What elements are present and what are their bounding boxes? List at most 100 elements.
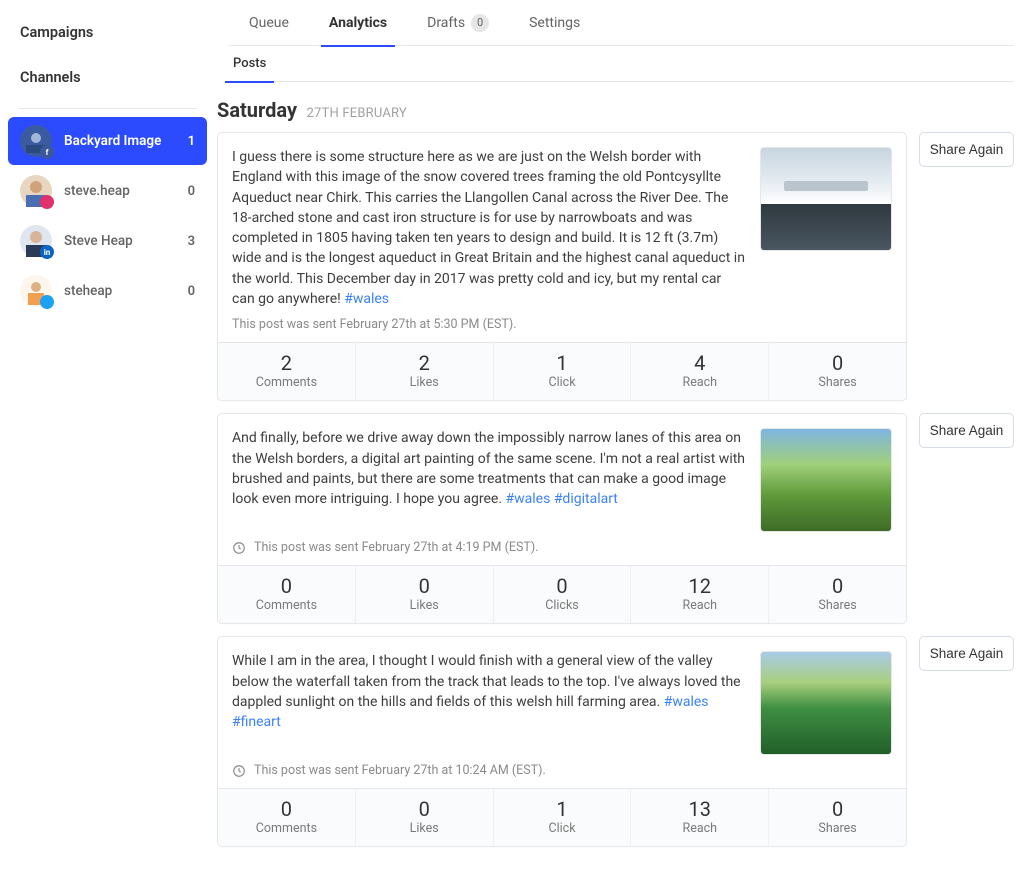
twitter-icon — [40, 295, 54, 309]
stats-bar: 2Comments2Likes1Click4Reach0Shares — [218, 342, 906, 400]
main-area: QueueAnalyticsDrafts0Settings Posts Satu… — [215, 0, 1024, 883]
tab-drafts[interactable]: Drafts 0 — [423, 0, 493, 46]
stat-value: 0 — [356, 574, 493, 598]
clock-icon — [232, 541, 246, 555]
top-tabs: Queue Analytics Drafts 0 Settings — [229, 0, 1014, 46]
sent-text: This post was sent February 27th at 4:19… — [254, 540, 539, 555]
sidebar-item-linkedin[interactable]: in Steve Heap3 — [8, 217, 207, 265]
stat-reach: 4Reach — [631, 343, 769, 400]
stat-value: 0 — [218, 797, 355, 821]
post-row: And finally, before we drive away down t… — [217, 413, 1014, 624]
post-thumbnail[interactable] — [760, 428, 892, 532]
linkedin-icon: in — [40, 245, 54, 259]
sent-line: This post was sent February 27th at 4:19… — [218, 532, 906, 565]
stat-value: 0 — [769, 797, 906, 821]
channel-name: Steve Heap — [64, 233, 188, 249]
stat-clicks: 0Clicks — [494, 566, 632, 623]
stat-click: 1Click — [494, 343, 632, 400]
tab-settings[interactable]: Settings — [525, 0, 584, 46]
stat-label: Comments — [218, 598, 355, 613]
stat-label: Reach — [631, 821, 768, 836]
stat-label: Shares — [769, 821, 906, 836]
stat-shares: 0Shares — [769, 789, 906, 846]
tab-badge: 0 — [471, 14, 489, 32]
stat-label: Shares — [769, 598, 906, 613]
sent-line: This post was sent February 27th at 5:30… — [218, 309, 906, 342]
tab-label: Analytics — [329, 0, 387, 46]
stat-value: 0 — [218, 574, 355, 598]
stat-likes: 2Likes — [356, 343, 494, 400]
stat-likes: 0Likes — [356, 566, 494, 623]
facebook-icon: f — [40, 145, 54, 159]
stat-value: 13 — [631, 797, 768, 821]
post-row: While I am in the area, I thought I woul… — [217, 636, 1014, 847]
stat-label: Likes — [356, 598, 493, 613]
sidebar-item-instagram[interactable]: steve.heap0 — [8, 167, 207, 215]
channel-list: fBackyard Image1steve.heap0 in Steve Heap3… — [8, 117, 207, 315]
stat-reach: 12Reach — [631, 566, 769, 623]
share-again-button[interactable]: Share Again — [919, 636, 1014, 671]
stat-comments: 2Comments — [218, 343, 356, 400]
hashtag-link[interactable]: #wales — [506, 491, 551, 507]
divider — [18, 108, 197, 109]
channel-avatar: in — [20, 225, 52, 257]
post-text: While I am in the area, I thought I woul… — [232, 651, 760, 755]
post-card: I guess there is some structure here as … — [217, 132, 907, 401]
tab-analytics[interactable]: Analytics — [325, 0, 391, 46]
stat-reach: 13Reach — [631, 789, 769, 846]
sent-text: This post was sent February 27th at 5:30… — [232, 317, 517, 332]
stat-comments: 0Comments — [218, 789, 356, 846]
hashtag-link[interactable]: #fineart — [232, 714, 281, 730]
tab-queue[interactable]: Queue — [245, 0, 293, 46]
sent-line: This post was sent February 27th at 10:2… — [218, 755, 906, 788]
post-card: While I am in the area, I thought I woul… — [217, 636, 907, 847]
stats-bar: 0Comments0Likes0Clicks12Reach0Shares — [218, 565, 906, 623]
channel-count: 1 — [188, 134, 195, 149]
stat-label: Reach — [631, 375, 768, 390]
stat-click: 1Click — [494, 789, 632, 846]
hashtag-link[interactable]: #wales — [344, 291, 389, 307]
stat-label: Reach — [631, 598, 768, 613]
channel-avatar: f — [20, 125, 52, 157]
sidebar-item-facebook[interactable]: fBackyard Image1 — [8, 117, 207, 165]
stat-value: 0 — [494, 574, 631, 598]
stat-label: Comments — [218, 375, 355, 390]
stat-value: 4 — [631, 351, 768, 375]
post-text: And finally, before we drive away down t… — [232, 428, 760, 532]
channel-avatar — [20, 175, 52, 207]
sidebar-item-twitter[interactable]: steheap0 — [8, 267, 207, 315]
tab-label: Settings — [529, 0, 580, 46]
post-text: I guess there is some structure here as … — [232, 147, 760, 309]
subtab-posts[interactable]: Posts — [229, 46, 270, 82]
stat-shares: 0Shares — [769, 343, 906, 400]
tab-label: Drafts — [427, 0, 465, 46]
stat-value: 12 — [631, 574, 768, 598]
channel-count: 3 — [188, 234, 195, 249]
channel-name: steheap — [64, 283, 188, 299]
stat-value: 1 — [494, 797, 631, 821]
stat-label: Likes — [356, 821, 493, 836]
posts-list: I guess there is some structure here as … — [217, 132, 1014, 847]
post-thumbnail[interactable] — [760, 651, 892, 755]
stat-label: Likes — [356, 375, 493, 390]
stat-likes: 0Likes — [356, 789, 494, 846]
share-again-button[interactable]: Share Again — [919, 132, 1014, 167]
sidebar-section-channels[interactable]: Channels — [8, 55, 207, 100]
share-again-button[interactable]: Share Again — [919, 413, 1014, 448]
tab-label: Queue — [249, 0, 289, 46]
hashtag-link[interactable]: #digitalart — [554, 491, 618, 507]
channel-count: 0 — [188, 284, 195, 299]
stat-label: Shares — [769, 375, 906, 390]
post-body: While I am in the area, I thought I woul… — [218, 637, 906, 755]
stat-shares: 0Shares — [769, 566, 906, 623]
sidebar-section-campaigns[interactable]: Campaigns — [8, 10, 207, 55]
post-card: And finally, before we drive away down t… — [217, 413, 907, 624]
stat-value: 2 — [356, 351, 493, 375]
post-thumbnail[interactable] — [760, 147, 892, 251]
stats-bar: 0Comments0Likes1Click13Reach0Shares — [218, 788, 906, 846]
stat-label: Clicks — [494, 598, 631, 613]
instagram-icon — [40, 195, 54, 209]
date-full: 27TH FEBRUARY — [307, 106, 407, 121]
stat-comments: 0Comments — [218, 566, 356, 623]
hashtag-link[interactable]: #wales — [664, 694, 709, 710]
